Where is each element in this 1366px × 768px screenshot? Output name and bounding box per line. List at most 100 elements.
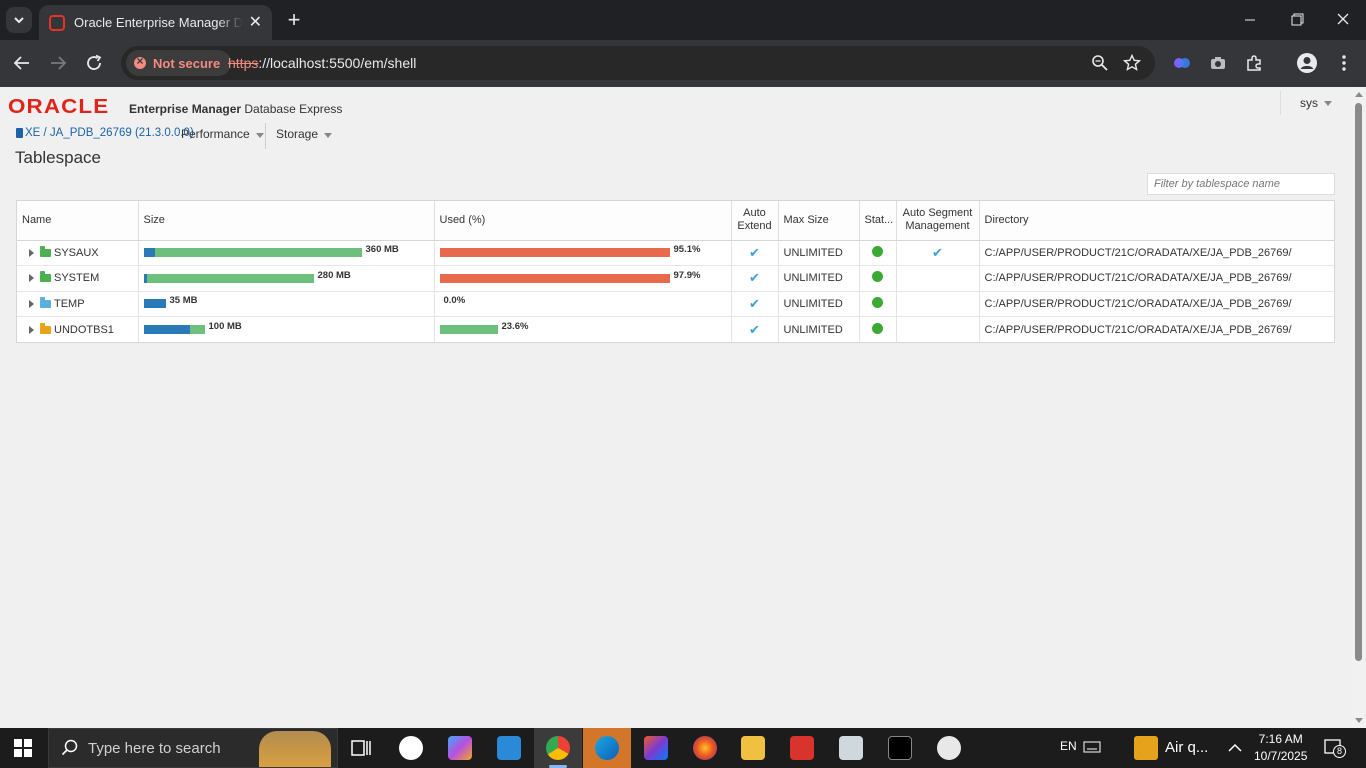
column-header-name[interactable]: Name [17,201,139,241]
bookmark-star-icon[interactable] [1122,53,1142,72]
used-label: 95.1% [673,244,701,256]
url-text[interactable]: https://localhost:5500/em/shell [228,55,416,71]
zoom-icon[interactable] [1091,54,1109,72]
expand-row-icon[interactable] [29,274,34,283]
task-view-icon[interactable] [349,736,373,760]
profile-avatar-icon[interactable] [1296,52,1318,74]
vscode-icon[interactable] [497,736,521,760]
browser-tab[interactable]: Oracle Enterprise Manager Database Expre… [39,5,272,40]
used-bar-fill [439,248,670,258]
language-indicator[interactable]: EN [1060,739,1077,753]
tablespace-folder-icon [40,322,51,334]
caret-down-icon [255,133,264,138]
expand-row-icon[interactable] [29,248,34,257]
size-bar-used [143,325,190,334]
media-app-icon[interactable] [839,736,863,760]
chrome-icon[interactable] [546,736,570,760]
performance-menu[interactable]: Performance [181,127,264,141]
table-row[interactable]: SYSTEM 280 MB 97.9% ✔ UNLIMITED C:/APP/U… [17,265,1334,292]
restore-icon [1291,13,1304,26]
expand-row-icon[interactable] [29,299,34,308]
size-bar [143,273,314,283]
terminal-icon[interactable] [888,736,912,760]
database-link[interactable]: XE / JA_PDB_26769 (21.3.0.0.0) [16,127,194,139]
not-secure-icon [134,54,146,69]
intellij-icon[interactable] [644,736,668,760]
size-label: 280 MB [317,269,351,281]
chevron-up-icon[interactable] [1227,740,1243,756]
expand-row-icon[interactable] [29,325,34,334]
performance-menu-label: Performance [181,127,250,141]
scroll-down-icon[interactable] [1355,718,1363,723]
notification-center-icon[interactable]: 8 [1323,738,1346,758]
size-bar-free [189,325,205,334]
column-header-directory[interactable]: Directory [979,201,1334,241]
address-bar[interactable]: Not secure https://localhost:5500/em/she… [121,46,1155,80]
column-header-size[interactable]: Size [138,201,435,241]
forward-arrow-icon [51,56,67,70]
weather-text[interactable]: Air q... [1165,739,1208,756]
tablespace-name[interactable]: TEMP [54,298,85,310]
scroll-up-icon[interactable] [1355,92,1363,97]
file-explorer-icon[interactable] [741,736,765,760]
storage-menu[interactable]: Storage [276,127,333,141]
product-title: Enterprise Manager Database Express [129,102,342,116]
forward-button[interactable] [47,52,69,74]
minimize-icon [1245,19,1255,21]
tablespace-name[interactable]: UNDOTBS1 [54,324,114,336]
caret-down-icon [324,133,333,138]
table-row[interactable]: TEMP 35 MB 0.0% ✔ UNLIMITED C:/APP/USER/… [17,291,1334,317]
user-menu[interactable]: sys [1280,91,1332,115]
restore-button[interactable] [1290,10,1304,36]
extensions-puzzle-icon[interactable] [1243,52,1265,74]
tablespace-name[interactable]: SYSAUX [54,247,99,259]
page-scrollbar[interactable] [1351,87,1366,728]
back-button[interactable] [11,52,33,74]
gemini-extension-icon[interactable] [1171,52,1193,74]
copilot-icon[interactable] [448,736,472,760]
system-clock[interactable]: 7:16 AM 10/7/2025 [1254,731,1307,765]
column-header-max-size[interactable]: Max Size [778,201,860,241]
whatsapp-icon[interactable] [399,736,423,760]
wps-office-icon[interactable] [790,736,814,760]
tab-search-button[interactable] [6,7,32,33]
windows-start-button[interactable] [14,739,32,757]
search-icon [61,739,78,756]
edge-icon[interactable] [595,736,619,760]
taskbar-search-placeholder: Type here to search [88,739,221,757]
screenshot-extension-icon[interactable] [1207,52,1229,74]
checkmark-icon: ✔ [749,244,760,260]
firefox-icon[interactable] [693,736,717,760]
cell-size: 100 MB [138,316,435,342]
scrollbar-thumb[interactable] [1355,103,1362,661]
column-header-status[interactable]: Stat... [859,201,897,241]
taskbar-search-box[interactable]: Type here to search [48,728,338,768]
column-header-auto-segment[interactable]: Auto Segment Management [896,201,980,241]
size-label: 35 MB [169,295,198,307]
tablespace-name[interactable]: SYSTEM [54,272,99,284]
column-header-auto-extend[interactable]: Auto Extend [731,201,779,241]
keyboard-icon[interactable] [1083,738,1101,756]
notification-count-badge: 8 [1333,745,1346,758]
used-label: 0.0% [443,295,466,307]
site-security-chip[interactable]: Not secure [126,50,232,76]
product-title-bold: Enterprise Manager [129,102,242,116]
new-tab-button[interactable]: + [282,8,306,32]
reload-button[interactable] [83,52,105,74]
browser-menu-icon[interactable] [1333,52,1355,74]
tab-close-icon[interactable]: ✕ [249,14,262,31]
weather-icon[interactable] [1134,736,1158,760]
back-arrow-icon [13,56,29,70]
chevron-down-icon [14,17,24,24]
table-row[interactable]: SYSAUX 360 MB 95.1% ✔ UNLIMITED ✔ C:/APP… [17,240,1334,266]
table-row[interactable]: UNDOTBS1 100 MB 23.6% ✔ UNLIMITED C:/APP… [17,316,1334,342]
cell-max-size: UNLIMITED [778,316,860,342]
column-header-used[interactable]: Used (%) [434,201,732,241]
tablespace-filter-input[interactable] [1147,173,1335,195]
clock-date: 10/7/2025 [1254,749,1308,763]
close-window-button[interactable] [1336,10,1350,36]
sql-developer-icon[interactable] [937,736,961,760]
cell-size: 35 MB [138,291,435,317]
minimize-button[interactable] [1243,10,1257,36]
used-bar [439,273,670,283]
